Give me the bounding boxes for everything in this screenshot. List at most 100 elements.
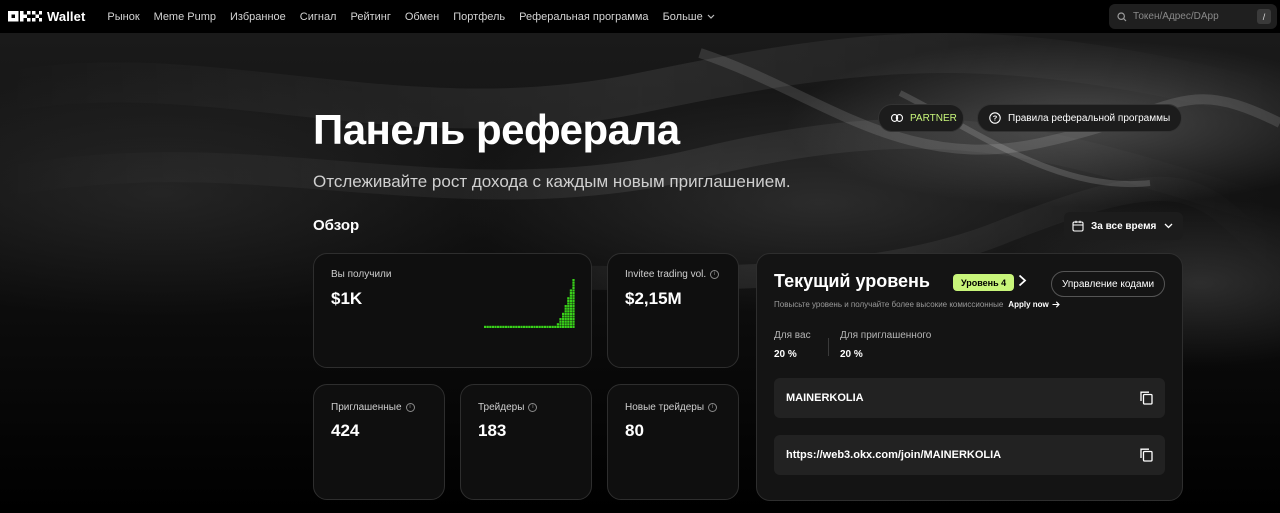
chevron-down-icon bbox=[707, 14, 715, 19]
referral-rules-button[interactable]: ? Правила реферальной программы bbox=[977, 104, 1182, 132]
sparkline-point bbox=[564, 310, 567, 313]
rate-divider bbox=[828, 338, 829, 356]
sparkline-point bbox=[564, 318, 567, 321]
new-traders-label: Новые трейдеры bbox=[625, 402, 705, 413]
partner-button[interactable]: PARTNER bbox=[878, 104, 964, 132]
sparkline-point bbox=[569, 320, 572, 323]
sparkline-point bbox=[572, 292, 575, 295]
sparkline-point bbox=[507, 325, 510, 328]
sparkline-point bbox=[559, 320, 562, 323]
sparkline-point bbox=[497, 325, 500, 328]
sparkline-point bbox=[564, 320, 567, 323]
sparkline-point bbox=[523, 325, 526, 328]
sparkline-point bbox=[569, 292, 572, 295]
new-traders-value: 80 bbox=[625, 421, 644, 440]
svg-text:?: ? bbox=[993, 114, 998, 123]
level-hint-row: Повысьте уровень и получайте более высок… bbox=[774, 300, 1060, 309]
nav-item-favorites[interactable]: Избранное bbox=[230, 11, 286, 23]
referral-rules-label: Правила реферальной программы bbox=[1008, 112, 1171, 124]
search-bar[interactable]: / bbox=[1109, 4, 1277, 29]
earned-card: Вы получили $1K bbox=[313, 253, 592, 368]
sparkline-point bbox=[554, 325, 557, 328]
nav-item-market[interactable]: Рынок bbox=[107, 11, 139, 23]
calendar-icon bbox=[1072, 220, 1084, 232]
sparkline-point bbox=[567, 323, 570, 326]
sparkline-point bbox=[572, 318, 575, 321]
sparkline-point bbox=[517, 325, 520, 328]
sparkline-point bbox=[569, 307, 572, 310]
page-title: Панель реферала bbox=[313, 106, 680, 153]
top-navigation: Wallet Рынок Meme Pump Избранное Сигнал … bbox=[0, 0, 1280, 33]
overview-title: Обзор bbox=[313, 217, 360, 234]
info-icon[interactable]: i bbox=[405, 403, 415, 412]
new-traders-label-row: Новые трейдеры i bbox=[625, 402, 718, 413]
chevron-right-icon[interactable] bbox=[1018, 274, 1027, 287]
sparkline-point bbox=[572, 279, 575, 282]
sparkline-point bbox=[562, 320, 565, 323]
sparkline-point bbox=[569, 305, 572, 308]
sparkline-point bbox=[556, 323, 559, 326]
sparkline-point bbox=[525, 325, 528, 328]
apply-now-link[interactable]: Apply now bbox=[1008, 300, 1060, 309]
nav-item-ranking[interactable]: Рейтинг bbox=[350, 11, 390, 23]
nav-item-portfolio[interactable]: Портфель bbox=[453, 11, 505, 23]
sparkline-point bbox=[562, 318, 565, 321]
sparkline-point bbox=[549, 325, 552, 328]
sparkline-point bbox=[569, 323, 572, 326]
manage-codes-button[interactable]: Управление кодами bbox=[1051, 271, 1165, 297]
search-shortcut-key: / bbox=[1257, 9, 1271, 24]
current-level-title: Текущий уровень bbox=[774, 271, 930, 291]
new-traders-card: Новые трейдеры i 80 bbox=[607, 384, 739, 500]
sparkline-point bbox=[510, 325, 513, 328]
invited-value: 424 bbox=[331, 421, 360, 440]
sparkline-point bbox=[559, 323, 562, 326]
sparkline-point bbox=[567, 310, 570, 313]
info-icon[interactable]: i bbox=[710, 270, 720, 279]
sparkline-point bbox=[546, 325, 549, 328]
logo[interactable]: Wallet bbox=[8, 9, 85, 24]
sparkline-point bbox=[569, 299, 572, 302]
sparkline-point bbox=[564, 305, 567, 308]
chevron-down-icon bbox=[1164, 223, 1173, 229]
sparkline-point bbox=[489, 325, 492, 328]
sparkline-point bbox=[572, 323, 575, 326]
sparkline-point bbox=[572, 302, 575, 305]
nav-item-more[interactable]: Больше bbox=[663, 11, 715, 23]
nav-item-referral[interactable]: Реферальная программа bbox=[519, 11, 648, 23]
invitee-volume-label-row: Invitee trading vol. i bbox=[625, 269, 720, 280]
sparkline-point bbox=[572, 315, 575, 318]
period-select[interactable]: За все время bbox=[1064, 212, 1183, 240]
sparkline-point bbox=[543, 325, 546, 328]
nav-item-meme-pump[interactable]: Meme Pump bbox=[154, 11, 216, 23]
sparkline-point bbox=[567, 318, 570, 321]
search-input[interactable] bbox=[1133, 11, 1253, 22]
rate-for-you-label: Для вас bbox=[774, 330, 811, 341]
copy-icon[interactable] bbox=[1140, 448, 1153, 462]
link-icon bbox=[891, 114, 903, 122]
info-icon[interactable]: i bbox=[528, 403, 538, 412]
copy-icon[interactable] bbox=[1140, 391, 1153, 405]
nav-item-signal[interactable]: Сигнал bbox=[300, 11, 337, 23]
sparkline-point bbox=[569, 325, 572, 328]
invitee-volume-card: Invitee trading vol. i $2,15M bbox=[607, 253, 739, 368]
sparkline-point bbox=[491, 325, 494, 328]
info-icon[interactable]: i bbox=[708, 403, 718, 412]
sparkline-point bbox=[572, 305, 575, 308]
nav-more-label: Больше bbox=[662, 10, 703, 23]
sparkline-point bbox=[567, 297, 570, 300]
traders-card: Трейдеры i 183 bbox=[460, 384, 592, 500]
invited-card: Приглашенные i 424 bbox=[313, 384, 445, 500]
sparkline-point bbox=[569, 302, 572, 305]
rate-for-you-value: 20 % bbox=[774, 349, 797, 360]
sparkline-point bbox=[569, 294, 572, 297]
invitee-volume-value: $2,15M bbox=[625, 289, 682, 308]
arrow-right-icon bbox=[1052, 301, 1060, 308]
traders-label: Трейдеры bbox=[478, 402, 525, 413]
sparkline-point bbox=[562, 323, 565, 326]
sparkline-point bbox=[538, 325, 541, 328]
sparkline-point bbox=[572, 294, 575, 297]
nav-item-swap[interactable]: Обмен bbox=[405, 11, 439, 23]
sparkline-point bbox=[564, 312, 567, 315]
sparkline-point bbox=[556, 325, 559, 328]
sparkline-point bbox=[484, 325, 487, 328]
